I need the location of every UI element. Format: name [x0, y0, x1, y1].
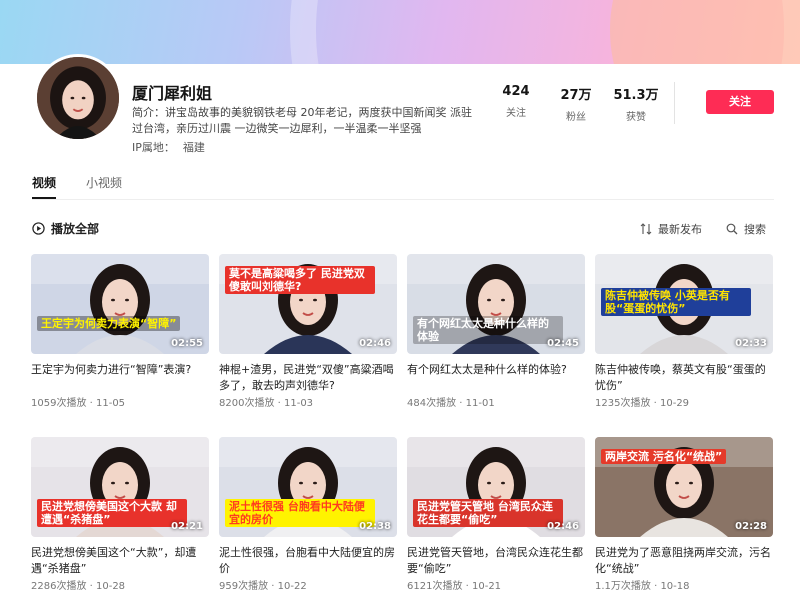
profile-header: 厦门犀利姐 简介：讲宝岛故事的美貌钢铁老母 20年老记，两度获中国新闻奖 派驻 …: [0, 54, 800, 160]
avatar[interactable]: [34, 54, 122, 142]
profile-bio: 简介：讲宝岛故事的美貌钢铁老母 20年老记，两度获中国新闻奖 派驻 过台湾，亲历…: [132, 105, 482, 137]
video-thumbnail[interactable]: 陈吉仲被传唤 小英是否有股“蛋蛋的忧伤” 02:33: [595, 254, 773, 354]
video-meta: 1.1万次播放 · 10-18: [595, 581, 690, 592]
video-card[interactable]: 两岸交流 污名化“统战” 02:28 民进党为了恶意阻挠两岸交流，污名化“统战”…: [595, 437, 773, 595]
stat-value: 51.3万: [613, 88, 659, 103]
divider: [32, 199, 774, 200]
video-thumbnail[interactable]: 民进党想傍美国这个大款 却遭遇“杀猪盘” 02:21: [31, 437, 209, 537]
video-duration: 02:46: [359, 338, 391, 349]
thumbnail-caption: 民进党想傍美国这个大款 却遭遇“杀猪盘”: [37, 499, 187, 527]
bio-line-1: 简介：讲宝岛故事的美貌钢铁老母 20年老记，两度获中国新闻奖 派驻: [132, 106, 472, 119]
profile-name: 厦门犀利姐: [132, 84, 213, 103]
video-duration: 02:38: [359, 521, 391, 532]
play-all-label: 播放全部: [51, 222, 100, 236]
video-card[interactable]: 民进党管天管地 台湾民众连花生都要“偷吃” 02:46 民进党管天管地，台湾民众…: [407, 437, 585, 595]
video-title[interactable]: 民进党想傍美国这个“大款”，却遭遇“杀猪盘”: [31, 545, 209, 577]
video-toolbar: 播放全部 最新发布 搜索: [32, 220, 774, 236]
sort-icon: [640, 223, 652, 235]
thumbnail-caption: 有个网红太太是种什么样的体验: [413, 316, 563, 344]
stat-label: 关注: [506, 108, 526, 119]
video-title[interactable]: 民进党为了恶意阻挠两岸交流，污名化“统战”: [595, 545, 773, 577]
bio-line-2: 过台湾，亲历过川震 一边微笑一边犀利，一半温柔一半坚强: [132, 122, 422, 135]
search-label: 搜索: [744, 223, 766, 236]
thumbnail-caption: 陈吉仲被传唤 小英是否有股“蛋蛋的忧伤”: [601, 288, 751, 316]
stat-label: 粉丝: [566, 112, 586, 123]
tab-videos[interactable]: 视频: [32, 174, 56, 191]
search-button[interactable]: 搜索: [726, 221, 766, 237]
content-tabs: 视频 小视频: [32, 174, 152, 191]
thumbnail-caption: 王定宇为何卖力表演“智障”: [37, 316, 181, 331]
search-icon: [726, 223, 738, 235]
stat-following[interactable]: 424 关注: [488, 84, 544, 123]
play-all-button[interactable]: 播放全部: [32, 220, 99, 237]
video-duration: 02:21: [171, 521, 203, 532]
thumbnail-caption: 两岸交流 污名化“统战”: [601, 449, 727, 464]
video-duration: 02:46: [547, 521, 579, 532]
video-duration: 02:45: [547, 338, 579, 349]
stat-followers[interactable]: 27万 粉丝: [548, 84, 604, 123]
tab-short-videos[interactable]: 小视频: [86, 174, 122, 191]
profile-banner: [0, 0, 800, 64]
sort-button[interactable]: 最新发布: [640, 221, 702, 237]
thumbnail-caption: 莫不是高粱喝多了 民进党双傻敢叫刘德华?: [225, 266, 375, 294]
profile-stats: 424 关注 27万 粉丝 51.3万 获赞: [488, 84, 668, 123]
stat-label: 获赞: [626, 112, 646, 123]
video-thumbnail[interactable]: 民进党管天管地 台湾民众连花生都要“偷吃” 02:46: [407, 437, 585, 537]
video-card[interactable]: 民进党想傍美国这个大款 却遭遇“杀猪盘” 02:21 民进党想傍美国这个“大款”…: [31, 437, 209, 595]
video-card[interactable]: 莫不是高粱喝多了 民进党双傻敢叫刘德华? 02:46 神棍+渣男，民进党“双傻”…: [219, 254, 397, 412]
video-card[interactable]: 陈吉仲被传唤 小英是否有股“蛋蛋的忧伤” 02:33 陈吉仲被传唤，蔡英文有股“…: [595, 254, 773, 412]
video-card[interactable]: 王定宇为何卖力表演“智障” 02:55 王定宇为何卖力进行“智障”表演? 105…: [31, 254, 209, 412]
video-duration: 02:28: [735, 521, 767, 532]
stat-value: 424: [502, 84, 530, 99]
video-title[interactable]: 陈吉仲被传唤，蔡英文有股“蛋蛋的忧伤”: [595, 362, 773, 394]
video-card[interactable]: 有个网红太太是种什么样的体验 02:45 有个网红太太是种什么样的体验? 484…: [407, 254, 585, 412]
video-title[interactable]: 王定宇为何卖力进行“智障”表演?: [31, 362, 209, 394]
video-title[interactable]: 有个网红太太是种什么样的体验?: [407, 362, 585, 394]
follow-button[interactable]: 关注: [706, 90, 774, 114]
video-title[interactable]: 民进党管天管地，台湾民众连花生都要“偷吃”: [407, 545, 585, 577]
video-title[interactable]: 神棍+渣男，民进党“双傻”高粱酒喝多了，敢去昀声刘德华?: [219, 362, 397, 394]
video-duration: 02:55: [171, 338, 203, 349]
ip-label: IP属地：: [132, 141, 175, 154]
ip-location: IP属地： 福建: [132, 139, 213, 155]
video-thumbnail[interactable]: 泥土性很强 台胞看中大陆便宜的房价 02:38: [219, 437, 397, 537]
thumbnail-caption: 民进党管天管地 台湾民众连花生都要“偷吃”: [413, 499, 563, 527]
play-circle-icon: [32, 222, 45, 235]
divider: [674, 82, 675, 124]
video-thumbnail[interactable]: 两岸交流 污名化“统战” 02:28: [595, 437, 773, 537]
video-title[interactable]: 泥土性很强，台胞看中大陆便宜的房价: [219, 545, 397, 577]
video-meta: 959次播放 · 10-22: [219, 581, 307, 592]
stat-likes: 51.3万 获赞: [608, 84, 664, 123]
thumbnail-caption: 泥土性很强 台胞看中大陆便宜的房价: [225, 499, 375, 527]
video-meta: 1235次播放 · 10-29: [595, 398, 690, 409]
video-duration: 02:33: [735, 338, 767, 349]
video-meta: 2286次播放 · 10-28: [31, 581, 126, 592]
stat-value: 27万: [560, 88, 592, 103]
video-card[interactable]: 泥土性很强 台胞看中大陆便宜的房价 02:38 泥土性很强，台胞看中大陆便宜的房…: [219, 437, 397, 595]
video-meta: 484次播放 · 11-01: [407, 398, 495, 409]
sort-label: 最新发布: [658, 223, 702, 236]
video-thumbnail[interactable]: 王定宇为何卖力表演“智障” 02:55: [31, 254, 209, 354]
video-thumbnail[interactable]: 莫不是高粱喝多了 民进党双傻敢叫刘德华? 02:46: [219, 254, 397, 354]
video-meta: 6121次播放 · 10-21: [407, 581, 502, 592]
ip-value: 福建: [182, 141, 205, 154]
video-meta: 1059次播放 · 11-05: [31, 398, 126, 409]
video-thumbnail[interactable]: 有个网红太太是种什么样的体验 02:45: [407, 254, 585, 354]
video-meta: 8200次播放 · 11-03: [219, 398, 314, 409]
video-grid: 王定宇为何卖力表演“智障” 02:55 王定宇为何卖力进行“智障”表演? 105…: [31, 254, 775, 595]
